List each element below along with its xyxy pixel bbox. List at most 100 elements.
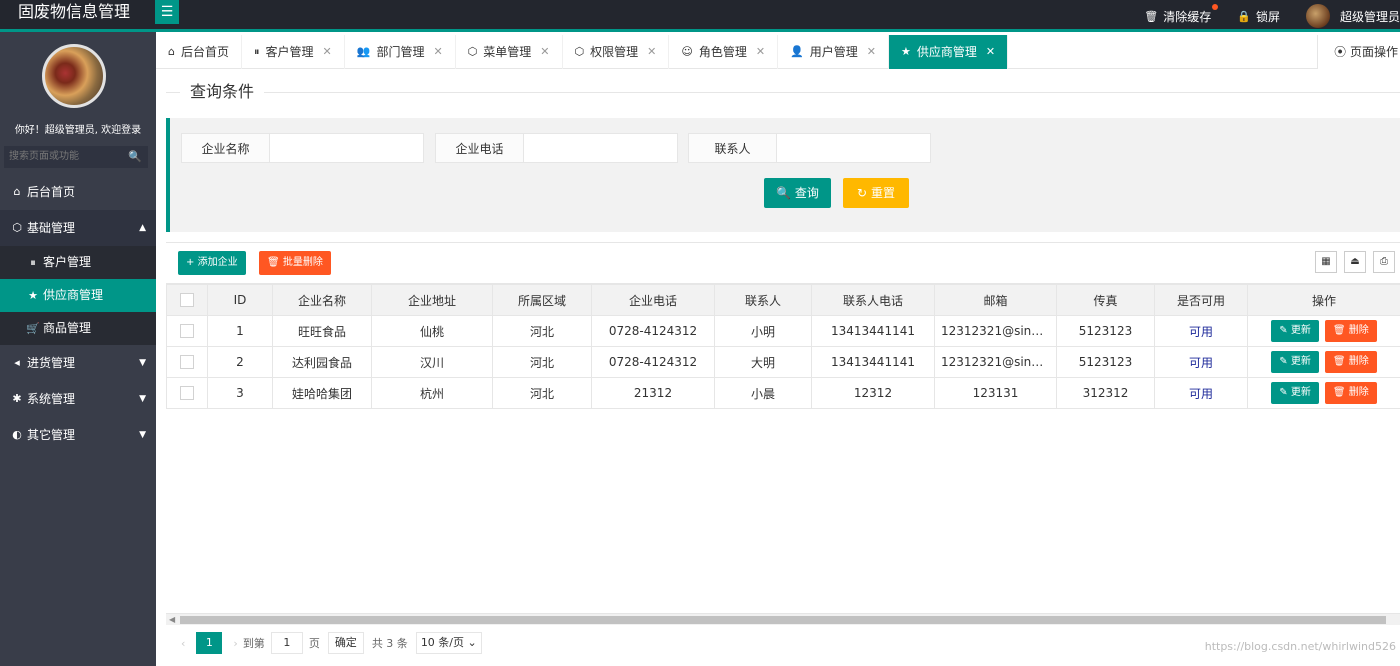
tab-suppliers[interactable]: ★ 供应商管理 ✕ xyxy=(889,35,1009,69)
export-icon[interactable]: ⏏ xyxy=(1344,251,1366,273)
goto-label: 到第 xyxy=(242,637,265,650)
sidebar-item-other[interactable]: ◐ 其它管理 ▼ xyxy=(0,417,156,453)
sidebar-item-home[interactable]: ⌂ 后台首页 xyxy=(0,174,156,210)
close-icon[interactable]: ✕ xyxy=(647,35,656,69)
close-icon[interactable]: ✕ xyxy=(540,35,549,69)
tab-departments[interactable]: 👥 部门管理 ✕ xyxy=(345,35,456,69)
column-header[interactable]: 所属区域 xyxy=(492,284,592,316)
column-header[interactable]: 邮箱 xyxy=(934,284,1057,316)
row-select-cell[interactable] xyxy=(166,377,208,409)
user-menu[interactable]: 超级管理员 xyxy=(1305,4,1400,28)
update-button[interactable]: ✎ 更新 xyxy=(1271,320,1319,342)
cell-phone: 0728-4124312 xyxy=(591,315,715,347)
sidebar-item-basic[interactable]: ⬡ 基础管理 ▲ xyxy=(0,210,156,246)
row-checkbox[interactable] xyxy=(180,386,194,401)
column-header[interactable]: ID xyxy=(207,284,273,316)
clear-cache-button[interactable]: 🗑 清除缓存 xyxy=(1144,3,1219,25)
scrollbar-thumb[interactable] xyxy=(180,616,1386,624)
search-icon[interactable]: 🔍 xyxy=(128,146,142,168)
select-all-cell[interactable] xyxy=(166,284,208,316)
reset-button[interactable]: ↻ 重置 xyxy=(843,178,909,208)
search-input[interactable]: 搜索页面或功能 🔍 xyxy=(4,146,148,168)
contact-label: 联系人 xyxy=(688,133,777,163)
delete-button[interactable]: 🗑 删除 xyxy=(1324,382,1377,404)
cube-icon: ⬡ xyxy=(467,45,478,58)
cell-address: 仙桃 xyxy=(371,315,493,347)
goto-confirm-button[interactable]: 确定 xyxy=(327,632,364,654)
hamburger-icon[interactable]: ☰ xyxy=(155,0,179,24)
sidebar-item-goods[interactable]: 🛒 商品管理 xyxy=(0,312,156,345)
row-select-cell[interactable] xyxy=(166,315,208,347)
columns-filter-icon[interactable]: ▦ xyxy=(1315,251,1337,273)
update-button[interactable]: ✎ 更新 xyxy=(1271,351,1319,373)
cell-actions: ✎ 更新 🗑 删除 xyxy=(1247,346,1400,378)
contact-input[interactable] xyxy=(777,133,931,163)
sidebar-item-suppliers[interactable]: ★ 供应商管理 xyxy=(0,279,156,312)
close-icon[interactable]: ✕ xyxy=(867,35,876,69)
column-header[interactable]: 企业电话 xyxy=(591,284,715,316)
update-button[interactable]: ✎ 更新 xyxy=(1271,382,1319,404)
goto-page-input[interactable]: 1 xyxy=(270,632,303,654)
clear-cache-label: 清除缓存 xyxy=(1163,9,1212,24)
delete-button[interactable]: 🗑 删除 xyxy=(1324,320,1377,342)
tab-permissions[interactable]: ⬡ 权限管理 ✕ xyxy=(563,35,670,69)
tab-roles[interactable]: ☺ 角色管理 ✕ xyxy=(669,35,779,69)
current-page[interactable]: 1 xyxy=(196,632,223,654)
table-row: 1 旺旺食品 仙桃 河北 0728-4124312 小明 13413441141… xyxy=(166,315,1400,347)
batch-delete-button[interactable]: 🗑 批量删除 xyxy=(259,251,331,275)
tab-menus[interactable]: ⬡ 菜单管理 ✕ xyxy=(456,35,563,69)
pause-circle-icon: ⏸ xyxy=(30,256,36,269)
page-operations-button[interactable]: ⦿ 页面操作 xyxy=(1317,35,1400,69)
sidebar-item-purchase[interactable]: ◂ 进货管理 ▼ xyxy=(0,345,156,381)
column-header[interactable]: 企业地址 xyxy=(371,284,493,316)
scroll-left-icon[interactable]: ◀ xyxy=(169,614,175,626)
contact-field: 联系人 xyxy=(688,133,931,163)
company-name-input[interactable] xyxy=(270,133,424,163)
cell-name: 娃哈哈集团 xyxy=(272,377,372,409)
cell-id: 2 xyxy=(207,346,273,378)
close-icon[interactable]: ✕ xyxy=(986,35,995,69)
cell-id: 1 xyxy=(207,315,273,347)
column-header[interactable]: 联系人电话 xyxy=(811,284,935,316)
batch-delete-label: 批量删除 xyxy=(282,257,323,268)
company-phone-input[interactable] xyxy=(524,133,678,163)
row-checkbox[interactable] xyxy=(180,355,194,370)
cube-icon: ⬡ xyxy=(12,221,22,234)
column-header[interactable]: 传真 xyxy=(1056,284,1155,316)
delete-button[interactable]: 🗑 删除 xyxy=(1324,351,1377,373)
trash-icon: 🗑 xyxy=(267,257,280,268)
column-header[interactable]: 企业名称 xyxy=(272,284,372,316)
lock-screen-label: 锁屏 xyxy=(1255,9,1280,24)
users-icon: 👥 xyxy=(356,45,371,58)
tab-users[interactable]: 👤 用户管理 ✕ xyxy=(778,35,889,69)
avatar[interactable] xyxy=(42,44,106,108)
tab-customers[interactable]: ⏸ 客户管理 ✕ xyxy=(242,35,345,69)
sidebar-item-customers[interactable]: ⏸ 客户管理 xyxy=(0,246,156,279)
sidebar-item-system[interactable]: ✱ 系统管理 ▼ xyxy=(0,381,156,417)
close-icon[interactable]: ✕ xyxy=(323,35,332,69)
lock-screen-button[interactable]: 🔒 锁屏 xyxy=(1237,8,1280,25)
sidebar-item-label: 后台首页 xyxy=(27,185,76,199)
search-placeholder: 搜索页面或功能 xyxy=(9,151,79,162)
row-select-cell[interactable] xyxy=(166,346,208,378)
column-header[interactable]: 是否可用 xyxy=(1154,284,1248,316)
prev-page-icon[interactable]: ‹ xyxy=(181,637,185,650)
tab-label: 角色管理 xyxy=(698,45,747,59)
cell-address: 汉川 xyxy=(371,346,493,378)
close-icon[interactable]: ✕ xyxy=(756,35,765,69)
gear-icon: ✱ xyxy=(12,392,22,405)
tab-home[interactable]: ⌂ 后台首页 xyxy=(156,35,242,69)
sidebar-item-label: 进货管理 xyxy=(27,356,76,370)
next-page-icon[interactable]: › xyxy=(233,637,237,650)
print-icon[interactable]: ⎙ xyxy=(1373,251,1395,273)
cell-contact: 小明 xyxy=(714,315,812,347)
page-size-select[interactable]: 10 条/页 ⌄ xyxy=(415,632,482,654)
horizontal-scrollbar[interactable]: ◀ xyxy=(166,613,1400,625)
close-icon[interactable]: ✕ xyxy=(433,35,442,69)
column-header[interactable]: 联系人 xyxy=(714,284,812,316)
search-button[interactable]: 🔍 查询 xyxy=(764,178,831,208)
cell-email: 123131 xyxy=(934,377,1057,409)
add-company-button[interactable]: + 添加企业 xyxy=(178,251,246,275)
row-checkbox[interactable] xyxy=(180,324,194,339)
select-all-checkbox[interactable] xyxy=(180,293,194,308)
